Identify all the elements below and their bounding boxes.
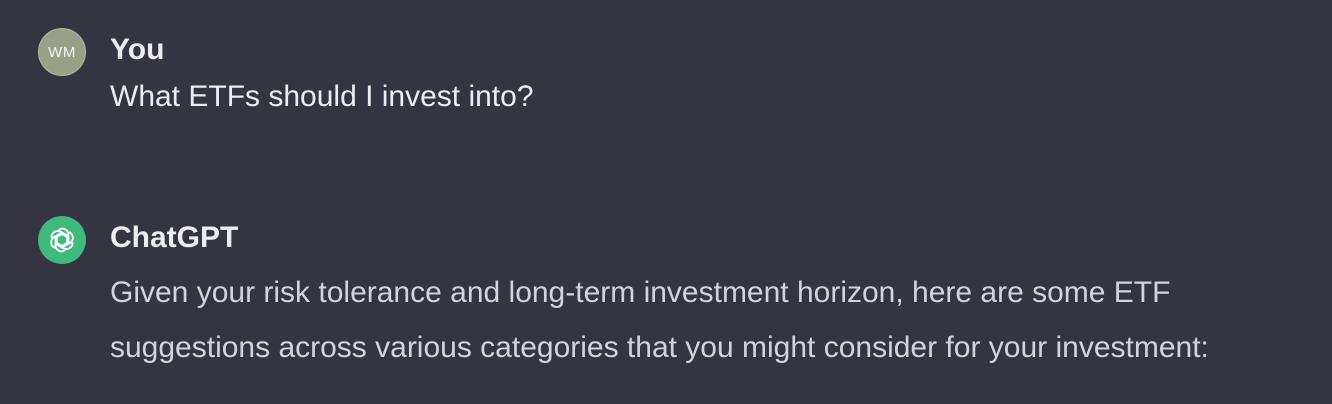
user-message-content: You What ETFs should I invest into? xyxy=(110,28,1312,119)
assistant-message-line: suggestions across various categories th… xyxy=(110,331,1209,364)
assistant-message-content: ChatGPT Given your risk tolerance and lo… xyxy=(110,216,1312,375)
openai-logo-icon xyxy=(50,227,74,253)
user-message-text: What ETFs should I invest into? xyxy=(110,80,534,113)
user-message: WM You What ETFs should I invest into? xyxy=(38,28,1312,119)
user-avatar-initials: WM xyxy=(48,43,76,61)
assistant-message-text: Given your risk tolerance and long-term … xyxy=(110,265,1312,375)
assistant-author-name: ChatGPT xyxy=(110,221,239,254)
user-avatar: WM xyxy=(38,28,86,76)
chat-thread: WM You What ETFs should I invest into? C… xyxy=(0,0,1332,404)
user-author-name: You xyxy=(110,33,165,66)
assistant-message: ChatGPT Given your risk tolerance and lo… xyxy=(38,216,1312,375)
assistant-message-line: Given your risk tolerance and long-term … xyxy=(110,276,1171,309)
assistant-avatar xyxy=(38,216,86,264)
